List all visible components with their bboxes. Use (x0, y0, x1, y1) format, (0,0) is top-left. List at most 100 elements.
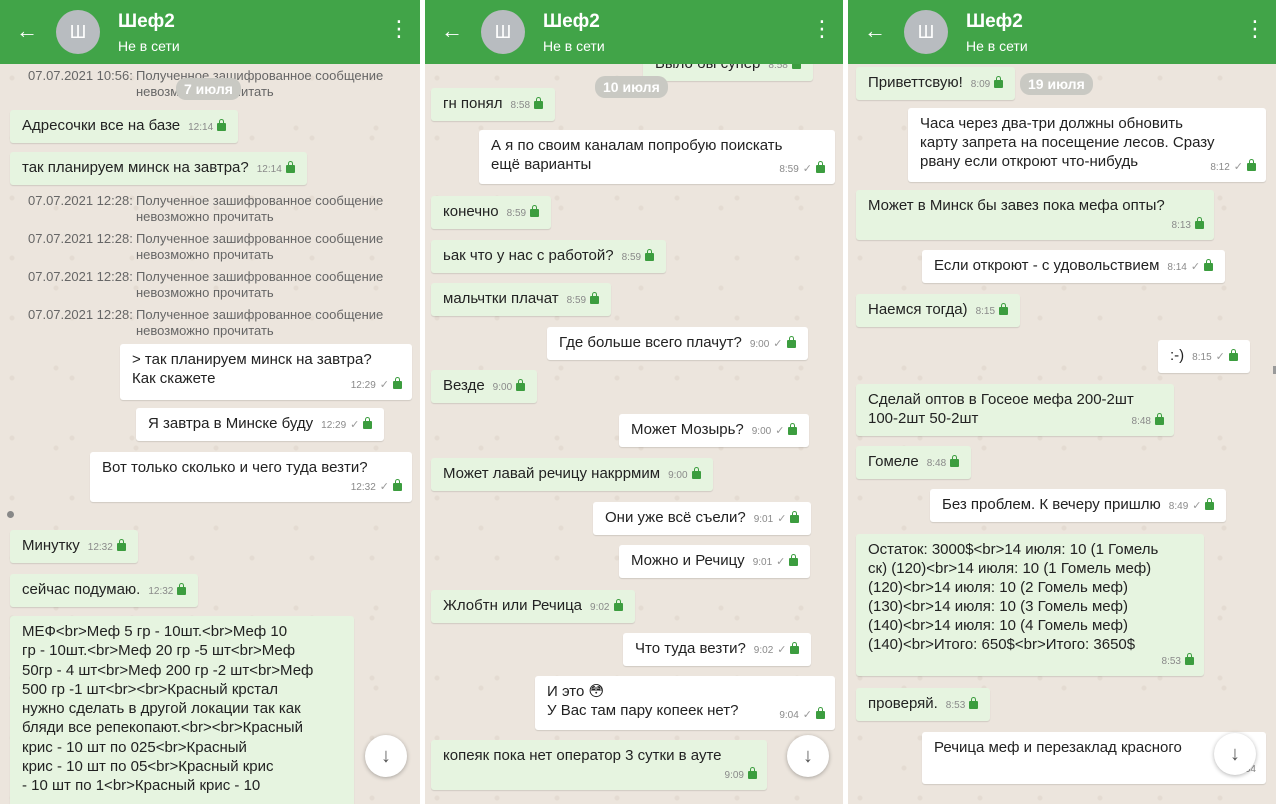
incoming-message[interactable]: Жлобтн или Речица 9:02 (431, 590, 635, 623)
scroll-down-button[interactable]: ↓ (1214, 733, 1256, 775)
message-text: Они уже всё съели? (605, 509, 746, 526)
incoming-message[interactable]: Остаток: 3000$<br>14 июля: 10 (1 Гомель … (856, 534, 1204, 676)
outgoing-message[interactable]: Что туда везти? 9:02 ✓ (623, 633, 812, 666)
message-time: 8:59 ✓ (779, 160, 825, 179)
message-text: Минутку (22, 537, 80, 554)
chat-screen-1: ← Ш Шеф2 Не в сети ⋮ 07.07.2021 10:56: По… (0, 0, 420, 804)
system-message: 07.07.2021 12:28: Полученное зашифрованно… (28, 193, 408, 227)
outgoing-message[interactable]: Если откроют - с удовольствием 8:14 ✓ (922, 250, 1226, 283)
incoming-message[interactable]: проверяй. 8:53 (856, 688, 991, 721)
lock-icon (217, 119, 227, 131)
more-options-icon[interactable]: ⋮ (811, 18, 833, 40)
lock-icon (1228, 349, 1238, 361)
more-options-icon[interactable]: ⋮ (1244, 18, 1266, 40)
outgoing-message[interactable]: > так планируем минск на завтра? Как ска… (120, 344, 412, 400)
outgoing-message[interactable]: Можно и Речицу 9:01 ✓ (619, 545, 811, 578)
message-time: 9:00 (492, 382, 513, 393)
back-arrow-icon[interactable]: ← (441, 20, 463, 42)
message-text: Может лавай речицу накррмим (443, 465, 661, 482)
incoming-message[interactable]: Сделай оптов в Госеое мефа 200-2шт 100-2… (856, 384, 1174, 436)
message-text: Гомеле (868, 453, 919, 470)
lock-icon (748, 767, 757, 779)
outgoing-message[interactable]: :-) 8:15 ✓ (1158, 340, 1250, 373)
back-arrow-icon[interactable]: ← (16, 20, 38, 42)
system-text: Полученное зашифрованное сообщение невоз… (136, 307, 384, 338)
message-time: 9:01 (753, 514, 774, 525)
system-date: 07.07.2021 12:28: (28, 193, 133, 208)
message-time: 12:32 (148, 586, 174, 597)
incoming-message[interactable]: гн понял 8:58 (431, 88, 556, 121)
outgoing-message[interactable]: Может Мозырь? 9:00 ✓ (619, 414, 810, 447)
outgoing-message[interactable]: Они уже всё съели? 9:01 ✓ (593, 502, 812, 535)
lock-icon (393, 479, 402, 491)
check-icon: ✓ (379, 379, 389, 391)
message-text: Может Мозырь? (631, 421, 744, 438)
incoming-message[interactable]: так планируем минск на завтра? 12:14 (10, 152, 307, 185)
system-text: Полученное зашифрованное сообщение невоз… (136, 269, 384, 300)
incoming-message[interactable]: сейчас подумаю. 12:32 (10, 574, 199, 607)
system-date: 07.07.2021 12:28: (28, 307, 133, 322)
message-time: 9:02 (753, 645, 774, 656)
avatar[interactable]: Ш (56, 10, 100, 54)
system-message: 07.07.2021 12:28: Полученное зашифрованно… (28, 231, 408, 265)
lock-icon (790, 642, 800, 654)
lock-icon (691, 467, 701, 479)
message-time: 8:49 (1168, 501, 1189, 512)
incoming-message[interactable]: Приветтсвую! 8:09 (856, 67, 1016, 100)
message-text: Можно и Речицу (631, 552, 745, 569)
message-text: Часа через два-три должны обновить карту… (920, 115, 1215, 170)
incoming-message[interactable]: Везде 9:00 (431, 370, 538, 403)
lock-icon (789, 554, 799, 566)
message-time: 12:32 ✓ (351, 478, 402, 497)
lock-icon (786, 336, 796, 348)
check-icon: ✓ (1192, 500, 1202, 512)
message-time: 12:14 (256, 164, 282, 175)
scroll-indicator (7, 511, 14, 518)
incoming-message[interactable]: ьак что у нас с работой? 8:59 (431, 240, 667, 273)
outgoing-message[interactable]: И это 😳 У Вас там пару копеек нет? 9:04 ✓ (535, 676, 835, 730)
incoming-message[interactable]: конечно 8:59 (431, 196, 552, 229)
outgoing-message[interactable]: Я завтра в Минске буду 12:29 ✓ (136, 408, 385, 441)
back-arrow-icon[interactable]: ← (864, 20, 886, 42)
incoming-message[interactable]: МЕФ<br>Меф 5 гр - 10шт.<br>Меф 10 гр - 1… (10, 616, 354, 804)
message-text: ьак что у нас с работой? (443, 247, 614, 264)
incoming-message[interactable]: Может лавай речицу накррмим 9:00 (431, 458, 713, 491)
contact-status: Не в сети (543, 38, 605, 54)
lock-icon (1247, 159, 1256, 171)
message-time: 8:15 (975, 306, 996, 317)
message-time: 8:59 (506, 208, 527, 219)
check-icon: ✓ (802, 709, 812, 721)
scrollbar-thumb[interactable] (1273, 366, 1276, 374)
system-text: Полученное зашифрованное сообщение невоз… (136, 193, 384, 224)
message-text: Сделай оптов в Госеое мефа 200-2шт 100-2… (868, 391, 1134, 427)
scroll-down-button[interactable]: ↓ (365, 735, 407, 777)
outgoing-message[interactable]: А я по своим каналам попробую поискать е… (479, 130, 835, 184)
chat-header: ← Ш Шеф2 Не в сети ⋮ (425, 0, 843, 64)
message-time: 9:04 ✓ (779, 706, 825, 725)
more-options-icon[interactable]: ⋮ (388, 18, 410, 40)
incoming-message[interactable]: Минутку 12:32 (10, 530, 138, 563)
incoming-message[interactable]: мальчтки плачат 8:59 (431, 283, 612, 316)
outgoing-message[interactable]: Часа через два-три должны обновить карту… (908, 108, 1266, 182)
outgoing-message[interactable]: Вот только сколько и чего туда везти? 12:… (90, 452, 412, 502)
contact-name[interactable]: Шеф2 (118, 11, 175, 33)
message-time: 8:15 (1192, 352, 1212, 363)
scroll-down-button[interactable]: ↓ (787, 735, 829, 777)
check-icon: ✓ (773, 338, 783, 350)
message-text: :-) (1170, 347, 1185, 364)
outgoing-message[interactable]: Где больше всего плачут? 9:00 ✓ (547, 327, 808, 360)
avatar[interactable]: Ш (481, 10, 525, 54)
incoming-message[interactable]: Гомеле 8:48 (856, 446, 972, 479)
message-time: 12:29 ✓ (351, 376, 402, 395)
incoming-message[interactable]: копеяк пока нет оператор 3 сутки в ауте 9… (431, 740, 767, 790)
incoming-message[interactable]: Адресочки все на базе 12:14 (10, 110, 239, 143)
message-text: Остаток: 3000$<br>14 июля: 10 (1 Гомель … (868, 541, 1159, 653)
incoming-message[interactable]: Наемся тогда) 8:15 (856, 294, 1021, 327)
contact-name[interactable]: Шеф2 (543, 11, 600, 33)
check-icon: ✓ (776, 556, 786, 568)
message-text: проверяй. (868, 695, 938, 712)
avatar[interactable]: Ш (904, 10, 948, 54)
contact-name[interactable]: Шеф2 (966, 11, 1023, 33)
incoming-message[interactable]: Может в Минск бы завез пока мефа опты? 8:… (856, 190, 1214, 240)
outgoing-message[interactable]: Без проблем. К вечеру пришлю 8:49 ✓ (930, 489, 1227, 522)
